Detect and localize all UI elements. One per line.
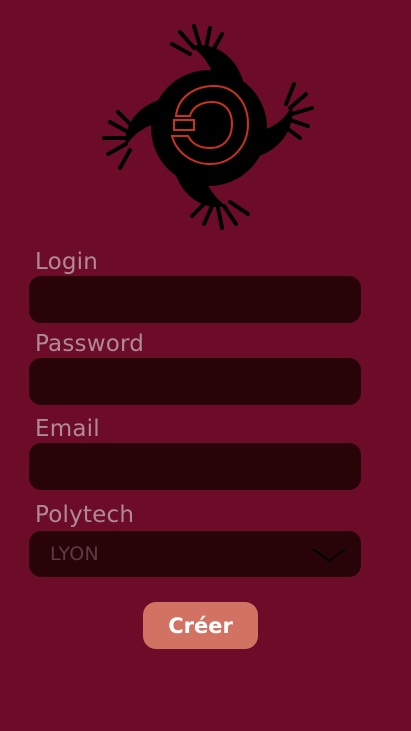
password-input[interactable]	[29, 358, 361, 405]
polytech-selected-value: LYON	[50, 543, 99, 565]
email-label: Email	[35, 416, 100, 442]
create-button[interactable]: Créer	[143, 602, 258, 649]
chevron-down-icon	[312, 548, 346, 563]
login-input[interactable]	[29, 276, 361, 323]
polytech-select[interactable]: LYON	[29, 531, 361, 577]
email-input[interactable]	[29, 443, 361, 490]
password-label: Password	[35, 331, 145, 357]
signup-screen: Login Password Email Polytech LYON Créer	[0, 0, 411, 731]
spiral-claw-logo-icon	[96, 20, 316, 232]
polytech-label: Polytech	[35, 502, 135, 528]
login-label: Login	[35, 249, 99, 275]
